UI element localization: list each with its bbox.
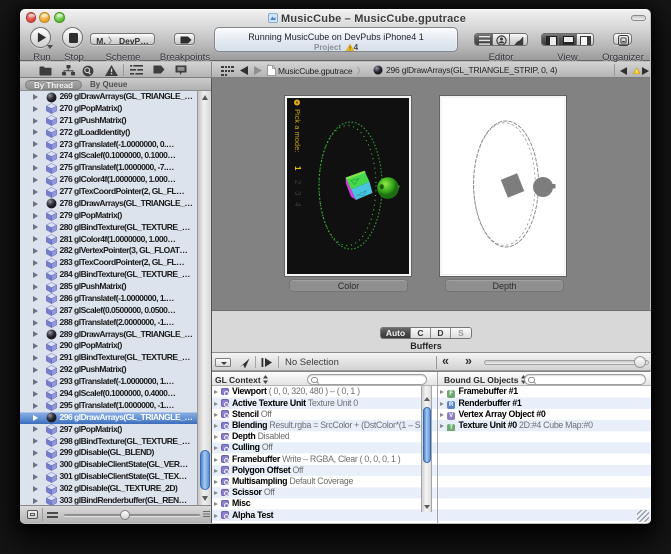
svg-text:3: 3	[293, 191, 302, 196]
svg-text:Pick a mode:: Pick a mode:	[293, 109, 302, 152]
svg-text:4: 4	[293, 202, 302, 207]
svg-text:1: 1	[293, 166, 302, 171]
svg-text:2: 2	[293, 180, 302, 185]
